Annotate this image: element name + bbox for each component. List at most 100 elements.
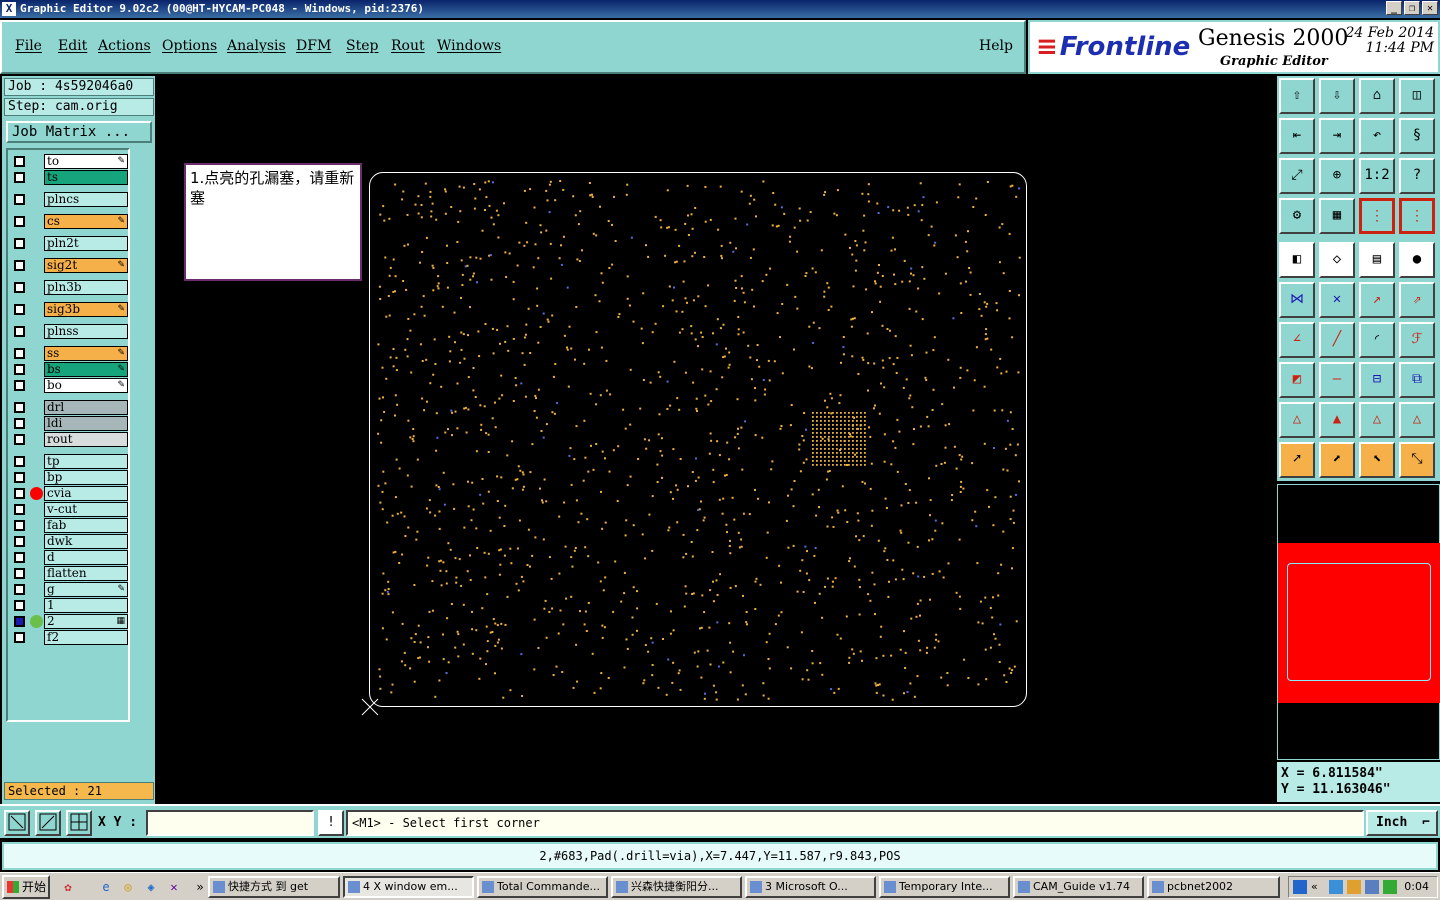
layer-checkbox[interactable] [14, 536, 25, 547]
measure-button[interactable] [35, 810, 61, 836]
center-button[interactable]: ⊕ [1319, 158, 1355, 194]
net-red-button[interactable]: ⋮ [1399, 198, 1435, 234]
layer-row-ldi[interactable]: ldi [10, 416, 130, 431]
layer-row-pln3b[interactable]: pln3b [10, 280, 130, 295]
close-button[interactable]: ✕ [1422, 1, 1438, 15]
undo-zoom-button[interactable]: ↶ [1359, 118, 1395, 154]
layer-checkbox[interactable] [14, 600, 25, 611]
layer-row-v-cut[interactable]: v-cut [10, 502, 130, 517]
job-matrix-button[interactable]: Job Matrix ... [6, 121, 152, 143]
window-button[interactable]: ◫ [1399, 78, 1435, 114]
tray-icon-4[interactable] [1365, 880, 1379, 894]
layer-checkbox[interactable] [14, 520, 25, 531]
task-pcbnet[interactable]: pcbnet2002 [1147, 876, 1280, 898]
task-total-commander[interactable]: Total Commande... [477, 876, 608, 898]
layer-checkbox[interactable] [14, 616, 25, 627]
restore-button[interactable]: ❐ [1404, 1, 1420, 15]
layer-row-drl[interactable]: drl [10, 400, 130, 415]
layer-checkbox[interactable] [14, 418, 25, 429]
layer-checkbox[interactable] [14, 456, 25, 467]
layer-row-fab[interactable]: fab [10, 518, 130, 533]
minus-button[interactable]: — [1319, 362, 1355, 398]
layer-name[interactable]: cs ✎ [44, 214, 128, 229]
layer-name[interactable]: dwk [44, 534, 128, 549]
layer-row-bp[interactable]: bp [10, 470, 130, 485]
home-button[interactable]: ⌂ [1359, 78, 1395, 114]
tray-icon-3[interactable] [1347, 880, 1361, 894]
layer-checkbox[interactable] [14, 552, 25, 563]
layer-name[interactable]: pln3b [44, 280, 128, 295]
layer-name[interactable]: d [44, 550, 128, 565]
transform-button[interactable]: ◩ [1279, 362, 1315, 398]
layer-row-g[interactable]: g ✎ [10, 582, 130, 597]
angle-button[interactable]: ∠ [1279, 322, 1315, 358]
layer-row-flatten[interactable]: flatten [10, 566, 130, 581]
layer-row-plnss[interactable]: plnss [10, 324, 130, 339]
unit-selector[interactable]: Inch ⌐ [1366, 810, 1438, 836]
menu-file[interactable]: File [15, 38, 42, 54]
dot-button[interactable]: ● [1399, 242, 1435, 278]
ie-icon[interactable]: e [98, 879, 114, 895]
layer-name[interactable]: ss ✎ [44, 346, 128, 361]
redraw-button[interactable]: § [1399, 118, 1435, 154]
layer-checkbox[interactable] [14, 402, 25, 413]
layer-name[interactable]: ldi [44, 416, 128, 431]
layer-name[interactable]: flatten [44, 566, 128, 581]
layer-row-plncs[interactable]: plncs [10, 192, 130, 207]
measure-button[interactable]: ⊟ [1359, 362, 1395, 398]
menu-rout[interactable]: Rout [391, 38, 425, 54]
layer-checkbox[interactable] [14, 504, 25, 515]
layer-name[interactable]: g ✎ [44, 582, 128, 597]
layer-row-pln2t[interactable]: pln2t [10, 236, 130, 251]
tray-icon-5[interactable] [1383, 880, 1397, 894]
layer-checkbox[interactable] [14, 584, 25, 595]
snap-button[interactable] [66, 810, 92, 836]
layer-row-sig2t[interactable]: sig2t ✎ [10, 258, 130, 273]
group-button[interactable]: ⧉ [1399, 362, 1435, 398]
select-alt-button[interactable]: ⬉ [1359, 442, 1395, 478]
layer-name[interactable]: bp [44, 470, 128, 485]
layer-checkbox[interactable] [14, 348, 25, 359]
layer-name[interactable]: sig3b ✎ [44, 302, 128, 317]
layer-name[interactable]: tp [44, 454, 128, 469]
layer-name[interactable]: plnss [44, 324, 128, 339]
minimap[interactable] [1277, 484, 1440, 760]
move-button[interactable]: ↗ [1359, 282, 1395, 318]
copy-button[interactable]: ⇗ [1399, 282, 1435, 318]
layer-row-cvia[interactable]: cvia [10, 486, 130, 501]
layer-checkbox[interactable] [14, 472, 25, 483]
mirror-button[interactable]: ℱ [1399, 322, 1435, 358]
layer-name[interactable]: pln2t [44, 236, 128, 251]
layer-row-2[interactable]: 2 ▦ [10, 614, 130, 629]
triangle-a-button[interactable]: △ [1279, 402, 1315, 438]
minimize-button[interactable]: _ [1386, 1, 1402, 15]
connect-button[interactable]: ⋈ [1279, 282, 1315, 318]
layer-checkbox[interactable] [14, 568, 25, 579]
fit-button[interactable]: ⤢ [1279, 158, 1315, 194]
fill-button[interactable]: ◧ [1279, 242, 1315, 278]
line-button[interactable]: ╱ [1319, 322, 1355, 358]
cross-button[interactable]: ✕ [1319, 282, 1355, 318]
layer-name[interactable]: rout [44, 432, 128, 447]
start-button[interactable]: 开始 [2, 875, 50, 899]
menu-edit[interactable]: Edit [58, 38, 87, 54]
layer-up-button[interactable]: ⇧ [1279, 78, 1315, 114]
layer-name[interactable]: drl [44, 400, 128, 415]
toolbox-button[interactable]: ⚙ [1279, 198, 1315, 234]
layer-row-dwk[interactable]: dwk [10, 534, 130, 549]
layer-row-bs[interactable]: bs ✎ [10, 362, 130, 377]
menu-help[interactable]: Help [979, 38, 1013, 54]
net-select-button[interactable]: ⤡ [1399, 442, 1435, 478]
tray-expand-icon[interactable]: « [1311, 880, 1325, 894]
layer-name[interactable]: fab [44, 518, 128, 533]
scale-1to2-button[interactable]: 1:2 [1359, 158, 1395, 194]
layer-row-sig3b[interactable]: sig3b ✎ [10, 302, 130, 317]
task-shortcut[interactable]: 快捷方式 到 get [208, 876, 340, 898]
layer-name[interactable]: bs ✎ [44, 362, 128, 377]
pan-right-button[interactable]: ⇥ [1319, 118, 1355, 154]
layer-name[interactable]: cvia [44, 486, 128, 501]
zoom-area-button[interactable] [4, 810, 30, 836]
layer-row-cs[interactable]: cs ✎ [10, 214, 130, 229]
xwin-icon[interactable]: ✕ [166, 879, 182, 895]
layer-row-bo[interactable]: bo ✎ [10, 378, 130, 393]
